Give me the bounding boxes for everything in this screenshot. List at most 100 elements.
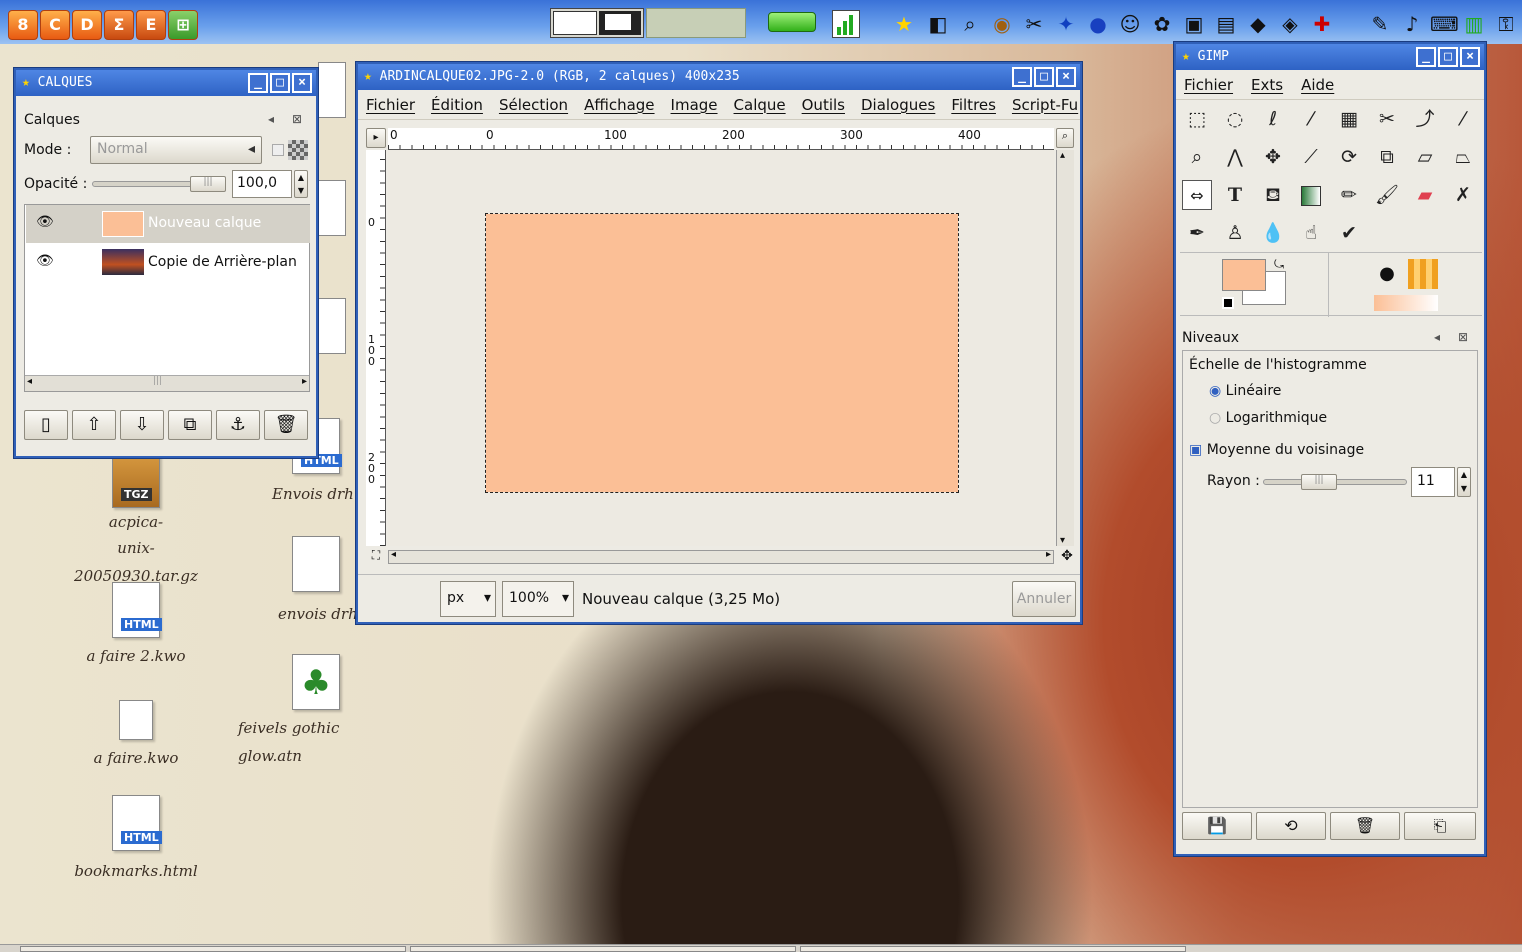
menu-affichage[interactable]: Affichage — [584, 96, 654, 114]
scroll-left-icon[interactable]: ◂ — [27, 376, 32, 387]
menu-arrow-icon[interactable]: ▸ — [366, 128, 386, 148]
eraser-icon[interactable]: ▰ — [1410, 180, 1440, 210]
menu-image[interactable]: Image — [671, 96, 718, 114]
menu-outils[interactable]: Outils — [802, 96, 845, 114]
mode-select[interactable]: Normal ◂ — [90, 136, 262, 164]
navigate-icon[interactable]: ✥ — [1058, 548, 1076, 566]
lock-icon[interactable]: ⚿ — [1492, 10, 1520, 38]
measure-icon[interactable]: ⋀ — [1220, 142, 1250, 172]
new-layer-icon[interactable]: ▯ — [24, 410, 68, 440]
rotate-icon[interactable]: ⟳ — [1334, 142, 1364, 172]
tag-icon[interactable]: ◈ — [1276, 10, 1304, 38]
close-tab-icon[interactable]: ⊠ — [292, 112, 302, 126]
menu-calque[interactable]: Calque — [734, 96, 786, 114]
close-button[interactable]: × — [1056, 67, 1076, 87]
close-tab-icon[interactable]: ⊠ — [1458, 330, 1468, 344]
restore-icon[interactable]: ⎗ — [1404, 812, 1476, 840]
paths-icon[interactable]: ⤴ — [1410, 104, 1440, 134]
eye-icon[interactable]: 👁 — [36, 214, 54, 230]
desktop-icon-a-faire-2[interactable]: HTML a faire 2.kwo — [56, 582, 216, 670]
desktop-icon-bookmarks[interactable]: HTML bookmarks.html — [56, 795, 216, 885]
crop-icon[interactable]: ⟋ — [1296, 142, 1326, 172]
desktop-icon-hidden[interactable] — [318, 62, 346, 118]
default-colors-icon[interactable] — [1222, 297, 1234, 309]
horizontal-scrollbar[interactable]: ◂ ▸ — [388, 549, 1054, 564]
scroll-right-icon[interactable]: ▸ — [302, 376, 307, 387]
tools-icon[interactable]: ✂ — [1020, 10, 1048, 38]
pencil-icon[interactable]: ✏ — [1334, 180, 1364, 210]
globe-icon[interactable]: ● — [1084, 10, 1112, 38]
anchor-layer-icon[interactable]: ⚓ — [216, 410, 260, 440]
zoom-icon[interactable]: ⌕ — [1056, 128, 1074, 148]
launcher-5-icon[interactable]: E — [136, 10, 166, 40]
menu-dialogues[interactable]: Dialogues — [861, 96, 935, 114]
perspective-icon[interactable]: ⏢ — [1448, 142, 1478, 172]
menu-fichier[interactable]: Fichier — [1184, 76, 1233, 94]
launcher-2-icon[interactable]: C — [40, 10, 70, 40]
save-icon[interactable]: 💾 — [1182, 812, 1252, 840]
layers-titlebar[interactable]: ★ CALQUES _ □ × — [16, 70, 316, 96]
ellipse-select-icon[interactable]: ◌ — [1220, 104, 1250, 134]
radius-slider-handle[interactable]: ||| — [1301, 474, 1337, 490]
minimize-button[interactable]: _ — [248, 73, 268, 93]
zoom-select[interactable]: 100% ▾ — [502, 581, 574, 617]
maximize-button[interactable]: □ — [270, 73, 290, 93]
unit-select[interactable]: px ▾ — [440, 581, 496, 617]
minimize-button[interactable]: _ — [1012, 67, 1032, 87]
tab-menu-icon[interactable]: ◂ — [268, 112, 274, 126]
brush-preview[interactable]: ● — [1372, 259, 1402, 289]
ink-icon[interactable]: ✒ — [1182, 218, 1212, 248]
desktop-icon-feivels[interactable]: ♣ feivels gothic glow.atn — [238, 654, 408, 770]
minimize-button[interactable]: _ — [1416, 47, 1436, 67]
keyboard-icon[interactable]: ⌨ — [1430, 10, 1459, 38]
delete-layer-icon[interactable]: 🗑 — [264, 410, 308, 440]
dodge-burn-icon[interactable]: ✔ — [1334, 218, 1364, 248]
scroll-left-icon[interactable]: ◂ — [391, 549, 396, 560]
smudge-icon[interactable]: ☝ — [1296, 218, 1326, 248]
tasks-icon[interactable]: ▥ — [1460, 10, 1488, 38]
scroll-handle[interactable]: ||| — [153, 376, 162, 386]
lasso-icon[interactable]: ℓ — [1258, 104, 1288, 134]
tab-menu-icon[interactable]: ◂ — [1434, 330, 1440, 344]
scroll-right-icon[interactable]: ▸ — [1046, 549, 1051, 560]
log-radio[interactable]: ○ Logarithmique — [1209, 410, 1327, 426]
pen-icon[interactable]: ✎ — [1366, 10, 1394, 38]
close-button[interactable]: × — [292, 73, 312, 93]
layer-row[interactable]: 👁 Copie de Arrière-plan — [26, 245, 310, 281]
star-icon[interactable]: ★ — [890, 10, 918, 38]
delete-icon[interactable]: 🗑 — [1330, 812, 1400, 840]
taskbar-button[interactable] — [20, 946, 406, 952]
average-checkbox[interactable]: ▣ Moyenne du voisinage — [1189, 442, 1364, 458]
launcher-6-icon[interactable]: ⊞ — [168, 10, 198, 40]
horizontal-ruler[interactable]: 0 0 100 200 300 400 — [388, 128, 1054, 150]
terminal-icon[interactable]: ▣ — [1180, 10, 1208, 38]
desktop-icon-hidden[interactable] — [318, 180, 346, 236]
vertical-ruler[interactable]: 0 100 200 — [366, 150, 386, 546]
menu-exts[interactable]: Exts — [1251, 76, 1283, 94]
maximize-button[interactable]: □ — [1438, 47, 1458, 67]
shear-icon[interactable]: ▱ — [1410, 142, 1440, 172]
pattern-preview[interactable] — [1408, 259, 1438, 289]
opacity-slider-handle[interactable]: ||| — [190, 176, 226, 192]
pager-desk-2[interactable] — [599, 11, 641, 35]
radius-stepper[interactable]: ▲ ▼ — [1457, 467, 1471, 497]
scroll-down-icon[interactable]: ▾ — [1060, 535, 1065, 546]
search-icon[interactable]: ⌕ — [956, 10, 984, 38]
launcher-1-icon[interactable]: 8 — [8, 10, 38, 40]
blend-icon[interactable] — [1296, 180, 1326, 210]
scissors-icon[interactable]: ✂ — [1372, 104, 1402, 134]
layer-name[interactable]: Nouveau calque — [148, 215, 261, 231]
move-icon[interactable]: ✥ — [1258, 142, 1288, 172]
flame-icon[interactable]: ✦ — [1052, 10, 1080, 38]
horizontal-scrollbar[interactable]: ◂ ||| ▸ — [25, 375, 309, 391]
swap-colors-icon[interactable]: ⤿ — [1274, 257, 1284, 272]
duplicate-layer-icon[interactable]: ⧉ — [168, 410, 212, 440]
image-layer[interactable] — [485, 213, 959, 493]
opacity-field[interactable]: 100,0 — [232, 170, 292, 198]
toolbox-titlebar[interactable]: ★ GIMP _ □ × — [1176, 44, 1484, 70]
close-button[interactable]: × — [1460, 47, 1480, 67]
taskbar-button[interactable] — [410, 946, 796, 952]
vertical-scrollbar[interactable]: ▴ ▾ — [1056, 150, 1074, 546]
pager[interactable] — [550, 8, 644, 38]
radius-field[interactable]: 11 — [1411, 467, 1455, 497]
